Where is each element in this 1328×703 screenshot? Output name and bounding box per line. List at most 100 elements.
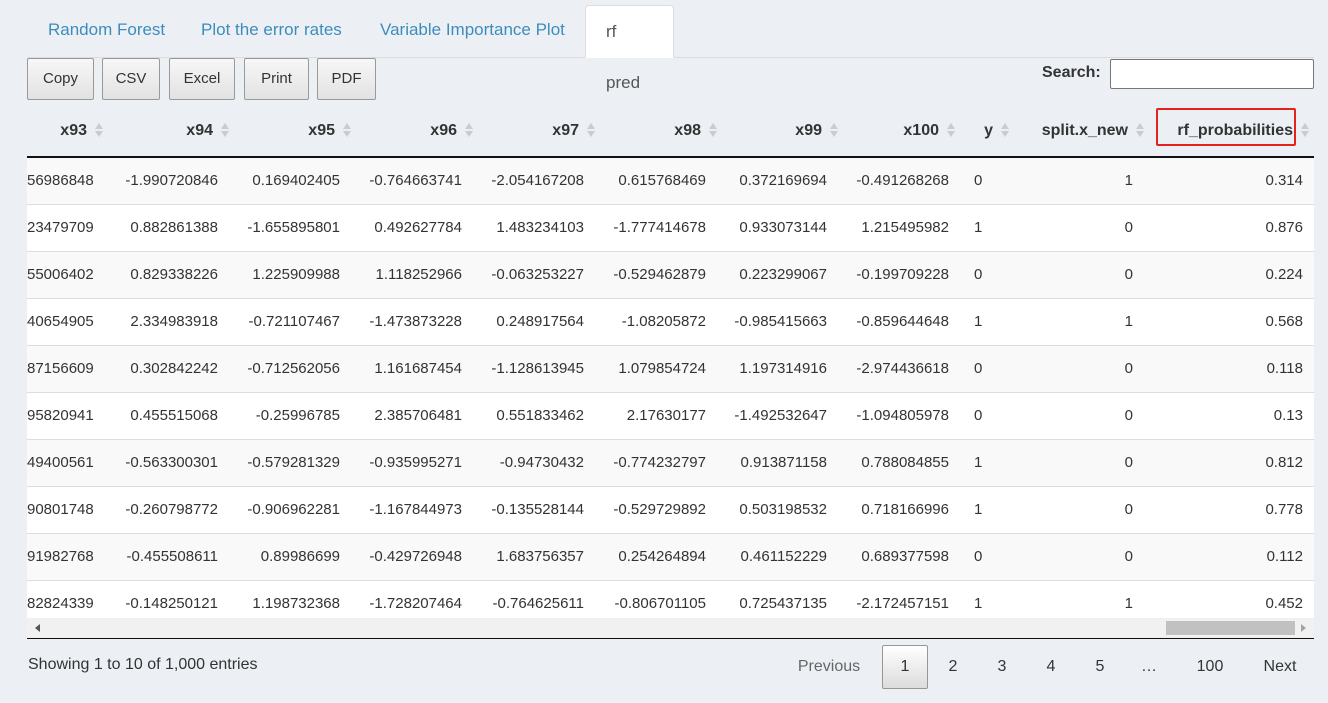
table-cell: 0 bbox=[1124, 407, 1133, 424]
column-header-label: x96 bbox=[430, 122, 457, 139]
scrollbar-thumb[interactable] bbox=[1166, 621, 1295, 635]
tab-random-forest[interactable]: Random Forest bbox=[28, 6, 185, 53]
table-cell: 1.483234103 bbox=[496, 219, 584, 236]
table-cell: 0.689377598 bbox=[861, 548, 949, 565]
column-header-x94[interactable]: x94 bbox=[107, 106, 213, 156]
tab-plot-error-rates[interactable]: Plot the error rates bbox=[181, 6, 362, 53]
table-cell: -0.774232797 bbox=[613, 454, 706, 471]
page-button-2[interactable]: 2 bbox=[938, 645, 968, 689]
sort-icon[interactable] bbox=[1136, 123, 1146, 137]
scroll-left-icon[interactable] bbox=[35, 624, 40, 632]
table-row: 91982768 -0.455508611 0.89986699 -0.4297269… bbox=[27, 534, 1314, 581]
column-header-rf-probabilities[interactable]: rf_probabilities bbox=[1147, 106, 1293, 156]
table-row: 56986848 -1.990720846 0.169402405 -0.764663… bbox=[27, 158, 1314, 205]
table-cell: -0.859644648 bbox=[856, 313, 949, 330]
csv-button[interactable]: CSV bbox=[102, 58, 160, 100]
table-cell: 0.788084855 bbox=[861, 454, 949, 471]
table-cell: 0.169402405 bbox=[252, 172, 340, 189]
column-header-x93[interactable]: x93 bbox=[27, 106, 87, 156]
table-cell: -0.25996785 bbox=[255, 407, 340, 424]
table-cell: 0.89986699 bbox=[260, 548, 340, 565]
table-cell: 0.118 bbox=[1266, 360, 1303, 377]
page-button-5[interactable]: 5 bbox=[1085, 645, 1115, 689]
sort-icon[interactable] bbox=[947, 123, 957, 137]
column-header-x97[interactable]: x97 bbox=[473, 106, 579, 156]
horizontal-scrollbar[interactable] bbox=[27, 619, 1314, 637]
table-cell: 1.079854724 bbox=[618, 360, 706, 377]
tab-rf-pred[interactable]: rf pred bbox=[585, 5, 674, 92]
table-bottom-border bbox=[27, 638, 1314, 639]
table-cell: 0 bbox=[974, 360, 983, 377]
table-cell: -0.985415663 bbox=[734, 313, 827, 330]
table-cell: -0.563300301 bbox=[125, 454, 218, 471]
page-button-4[interactable]: 4 bbox=[1036, 645, 1066, 689]
table-cell: 0.112 bbox=[1266, 548, 1303, 565]
pdf-button[interactable]: PDF bbox=[317, 58, 376, 100]
table-cell: 0.503198532 bbox=[739, 501, 827, 518]
sort-icon[interactable] bbox=[1301, 123, 1311, 137]
column-header-y[interactable]: y bbox=[961, 106, 993, 156]
table-cell: 23479709 bbox=[27, 219, 94, 236]
sort-icon[interactable] bbox=[95, 123, 105, 137]
table-cell: -0.199709228 bbox=[856, 266, 949, 283]
table-cell: 0.913871158 bbox=[740, 454, 827, 471]
print-button[interactable]: Print bbox=[244, 58, 309, 100]
page-button-1[interactable]: 1 bbox=[882, 645, 928, 689]
page-button-3[interactable]: 3 bbox=[987, 645, 1017, 689]
table-cell: 0.882861388 bbox=[130, 219, 218, 236]
table-cell: -2.974436618 bbox=[856, 360, 949, 377]
table-cell: 0 bbox=[1124, 501, 1133, 518]
table-cell: 0 bbox=[974, 266, 983, 283]
column-header-x100[interactable]: x100 bbox=[839, 106, 939, 156]
table-cell: 1 bbox=[974, 595, 983, 612]
table-cell: 1.225909988 bbox=[252, 266, 340, 283]
previous-button[interactable]: Previous bbox=[790, 645, 868, 689]
table-cell: -0.135528144 bbox=[491, 501, 584, 518]
page-button-100[interactable]: 100 bbox=[1186, 645, 1234, 689]
column-header-label: x99 bbox=[795, 122, 822, 139]
table-cell: 0 bbox=[974, 548, 983, 565]
column-header-label: x94 bbox=[186, 122, 213, 139]
table-cell: 40654905 bbox=[27, 313, 94, 330]
table-cell: -0.529462879 bbox=[613, 266, 706, 283]
excel-button[interactable]: Excel bbox=[169, 58, 235, 100]
table-cell: 0.778 bbox=[1265, 501, 1303, 518]
table-cell: 0 bbox=[974, 172, 983, 189]
column-header-split-x-new[interactable]: split.x_new bbox=[1002, 106, 1128, 156]
table-cell: 0.876 bbox=[1265, 219, 1303, 236]
next-button[interactable]: Next bbox=[1255, 645, 1305, 689]
column-header-label: y bbox=[984, 122, 993, 139]
column-header-x98[interactable]: x98 bbox=[595, 106, 701, 156]
table-cell: -2.054167208 bbox=[491, 172, 584, 189]
table-cell: -2.172457151 bbox=[856, 595, 949, 612]
table-cell: -1.094805978 bbox=[856, 407, 949, 424]
table-cell: 1 bbox=[974, 454, 983, 471]
table-cell: -0.764625611 bbox=[492, 595, 584, 612]
table-cell: 0.725437135 bbox=[739, 595, 827, 612]
table-row: 87156609 0.302842242 -0.712562056 1.1616874… bbox=[27, 346, 1314, 393]
table-cell: -0.148250121 bbox=[125, 595, 218, 612]
table-cell: 0.248917564 bbox=[496, 313, 584, 330]
search-input[interactable] bbox=[1110, 59, 1314, 89]
table-cell: 0.718166996 bbox=[861, 501, 949, 518]
table-cell: 1 bbox=[974, 313, 983, 330]
table-cell: -0.94730432 bbox=[499, 454, 584, 471]
table-cell: 0.492627784 bbox=[374, 219, 462, 236]
table-cell: -0.260798772 bbox=[125, 501, 218, 518]
table-cell: 0.551833462 bbox=[496, 407, 584, 424]
table-cell: 0.13 bbox=[1273, 407, 1303, 424]
table-cell: 0.224 bbox=[1265, 266, 1303, 283]
table-cell: 0 bbox=[1124, 219, 1133, 236]
table-cell: 0 bbox=[974, 407, 983, 424]
column-header-label: rf_probabilities bbox=[1177, 122, 1293, 139]
table-row: 90801748 -0.260798772 -0.906962281 -1.16784… bbox=[27, 487, 1314, 534]
table-cell: 1 bbox=[974, 501, 983, 518]
column-header-x96[interactable]: x96 bbox=[351, 106, 457, 156]
column-header-x95[interactable]: x95 bbox=[229, 106, 335, 156]
table-cell: 0 bbox=[1124, 454, 1133, 471]
table-cell: 56986848 bbox=[27, 172, 94, 189]
scroll-right-icon[interactable] bbox=[1301, 624, 1306, 632]
column-header-x99[interactable]: x99 bbox=[717, 106, 822, 156]
tab-variable-importance-plot[interactable]: Variable Importance Plot bbox=[360, 6, 585, 53]
copy-button[interactable]: Copy bbox=[27, 58, 94, 100]
